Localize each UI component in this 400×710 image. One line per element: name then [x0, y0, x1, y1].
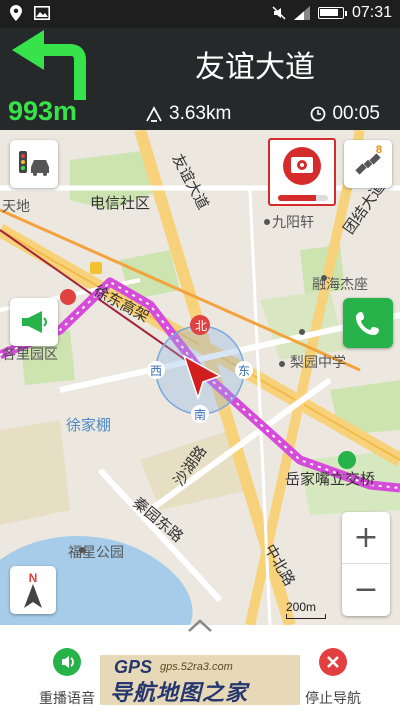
map-label-fuxing-park: 福星公园: [68, 545, 124, 561]
map-label-liyuan-school: 梨园中学: [290, 355, 346, 371]
image-icon: [34, 6, 50, 20]
next-turn-distance: 993m: [8, 96, 78, 126]
map-label-jiuyang: 九阳轩: [272, 215, 314, 231]
stop-navigation-label: 停止导航: [305, 691, 361, 707]
traffic-button[interactable]: [10, 140, 58, 188]
watermark-logo: GPS gps.52ra3.com 导航地图之家: [100, 655, 300, 705]
compass-west: 西: [150, 364, 163, 378]
total-distance: 3.63km: [145, 103, 231, 125]
turn-left-arrow-icon: [12, 30, 86, 100]
speed-camera-progress: [278, 195, 328, 201]
close-icon: [319, 648, 347, 676]
map-label-xujiapeng: 徐家棚: [66, 416, 112, 434]
map-scale: 200m: [286, 600, 326, 619]
stop-navigation-button[interactable]: 停止导航: [288, 647, 378, 708]
map-scale-line: [286, 614, 326, 619]
map-label-gele: 各里园区: [2, 347, 58, 363]
megaphone-icon: [22, 311, 47, 333]
compass-south: 南: [194, 408, 207, 422]
mute-icon: [272, 6, 286, 20]
watermark-text: 导航地图之家: [110, 681, 249, 705]
zoom-out-button[interactable]: −: [342, 564, 390, 616]
zoom-in-button[interactable]: +: [342, 512, 390, 564]
replay-voice-button[interactable]: 重播语音: [22, 647, 112, 708]
gps-satellite-count: 8: [375, 144, 382, 156]
watermark-site: gps.52ra3.com: [160, 661, 233, 673]
speed-camera-alert: [268, 138, 336, 206]
north-arrow-icon: N: [24, 571, 42, 608]
call-button[interactable]: [343, 298, 393, 348]
eta: 00:05: [310, 103, 380, 125]
map-label-tiandi: 天地: [2, 199, 30, 215]
phone-icon: [356, 312, 379, 335]
bottom-panel: 重播语音 停止导航 GPS gps.52ra3.com 导航地图之家: [0, 619, 400, 710]
compass-east: 东: [238, 364, 251, 378]
voice-broadcast-button[interactable]: [10, 298, 58, 346]
battery-icon: [317, 7, 347, 19]
replay-voice-label: 重播语音: [39, 691, 95, 707]
zoom-control: + −: [342, 512, 390, 616]
north-label: N: [29, 571, 38, 585]
speed-camera-icon: [283, 147, 321, 185]
navigation-screen: 07:31 电信社区 九阳轩 团结大道 融海杰座 梨园中学 徐家棚 沙湖路 岳家…: [0, 0, 400, 710]
gps-status-button[interactable]: 8: [344, 140, 392, 188]
map-label-yuejia-bridge: 岳家嘴立交桥: [285, 470, 376, 488]
traffic-icon: [19, 151, 49, 176]
clock-icon: [311, 106, 326, 122]
road-name: 友谊大道: [195, 50, 315, 85]
status-bar: 07:31: [0, 0, 400, 28]
map-label-ronghai: 融海杰座: [312, 277, 368, 293]
compass-mode-button[interactable]: N: [10, 566, 56, 614]
location-pin-icon: [10, 5, 22, 21]
clock: 07:31: [351, 4, 392, 21]
map-scale-label: 200m: [286, 600, 317, 614]
total-distance-value: 3.63km: [169, 103, 232, 124]
map-view[interactable]: 电信社区 九阳轩 团结大道 融海杰座 梨园中学 徐家棚 沙湖路 岳家嘴立交桥 秦…: [0, 130, 400, 625]
map-label-telecom: 电信社区: [90, 194, 151, 212]
eta-value: 00:05: [332, 103, 380, 124]
expand-panel-icon[interactable]: [185, 617, 215, 635]
compass-north: 北: [195, 319, 208, 333]
route-distance-icon: [146, 106, 162, 122]
signal-icon: [293, 6, 310, 20]
replay-voice-icon: [53, 648, 81, 676]
nav-info-bar: 993m 3.63km 00:05: [0, 96, 400, 130]
